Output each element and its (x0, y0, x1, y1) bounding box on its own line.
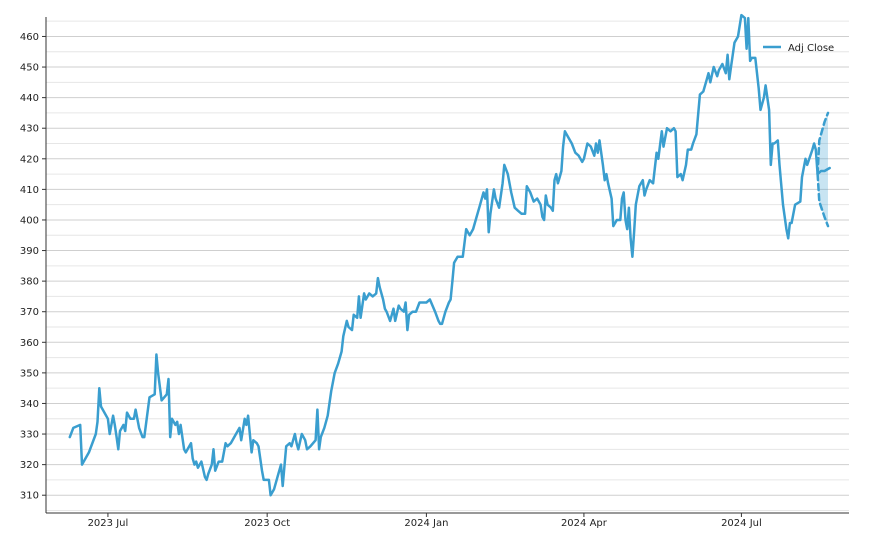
axes (42, 17, 849, 517)
y-tick-label: 340 (20, 399, 39, 410)
x-tick-labels: 2023 Jul 2023 Oct 2024 Jan 2024 Apr 2024 Jul (88, 518, 762, 529)
line-chart: 310 320 330 340 350 360 370 380 390 400 410 420 430 4… (20, 13, 849, 529)
chart-container: 310 320 330 340 350 360 370 380 390 400 410 420 430 4… (0, 0, 870, 550)
x-tick-label: 2024 Jan (404, 518, 448, 529)
y-tick-label: 370 (20, 307, 39, 318)
y-tick-label: 350 (20, 368, 39, 379)
y-tick-label: 440 (20, 93, 39, 104)
y-tick-label: 380 (20, 277, 39, 288)
x-tick-label: 2024 Apr (561, 518, 608, 529)
y-tick-label: 310 (20, 491, 39, 502)
series-adj-close (68, 13, 831, 497)
y-tick-label: 390 (20, 246, 39, 257)
legend-label: Adj Close (788, 43, 834, 54)
y-tick-label: 330 (20, 430, 39, 441)
y-tick-label: 360 (20, 338, 39, 349)
x-tick-label: 2023 Oct (244, 518, 290, 529)
x-tick-label: 2023 Jul (88, 518, 129, 529)
y-tick-labels: 310 320 330 340 350 360 370 380 390 400 410 420 430 4… (20, 32, 39, 502)
x-tick-label: 2024 Jul (721, 518, 762, 529)
y-tick-label: 450 (20, 63, 39, 74)
y-tick-label: 400 (20, 215, 39, 226)
grid-lines (46, 20, 849, 511)
y-tick-label: 430 (20, 124, 39, 135)
legend: Adj Close (763, 43, 834, 54)
y-tick-label: 420 (20, 154, 39, 165)
y-tick-label: 460 (20, 32, 39, 43)
series-lines (68, 13, 831, 497)
y-tick-label: 410 (20, 185, 39, 196)
y-tick-label: 320 (20, 460, 39, 471)
